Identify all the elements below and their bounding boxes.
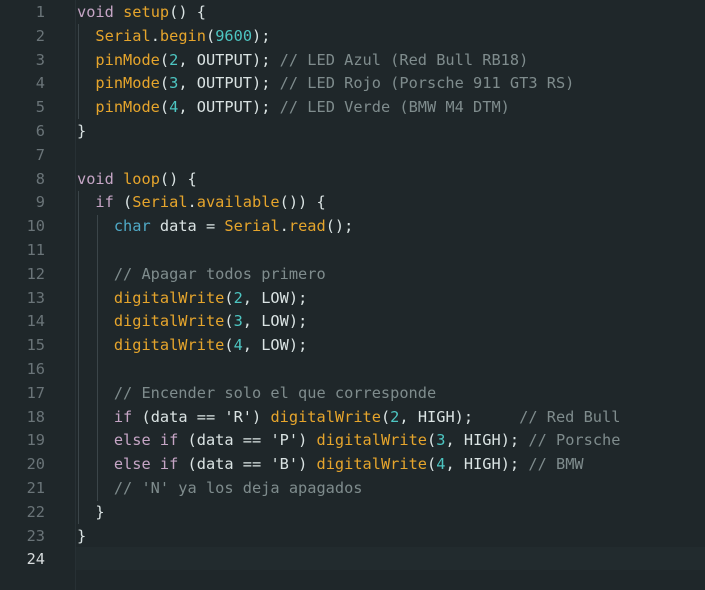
line-number: 13	[26, 288, 45, 307]
line-number: 3	[35, 50, 45, 69]
line-number: 6	[35, 121, 45, 140]
code-line[interactable]: 4 pinMode(3, OUTPUT); // LED Rojo (Porsc…	[0, 72, 705, 96]
code-line[interactable]: 8 void loop() {	[0, 168, 705, 192]
code-line[interactable]: 12 // Apagar todos primero	[0, 263, 705, 287]
code-text[interactable]: // Encender solo el que corresponde	[77, 382, 436, 406]
code-line[interactable]: 18 if (data == 'R') digitalWrite(2, HIGH…	[0, 406, 705, 430]
line-number: 24	[26, 550, 45, 569]
code-text[interactable]: else if (data == 'P') digitalWrite(3, HI…	[77, 429, 621, 453]
code-line[interactable]: 6}	[0, 120, 705, 144]
line-number: 16	[26, 359, 45, 378]
code-text[interactable]: }	[77, 120, 86, 144]
line-number: 7	[35, 145, 45, 164]
code-text[interactable]: }	[77, 501, 104, 525]
code-line[interactable]: 19 else if (data == 'P') digitalWrite(3,…	[0, 429, 705, 453]
line-number: 22	[26, 502, 45, 521]
line-number: 17	[26, 383, 45, 402]
line-number: 4	[35, 74, 45, 93]
code-line[interactable]: 11	[0, 239, 705, 263]
code-text[interactable]: char data = Serial.read();	[77, 215, 354, 239]
code-text[interactable]: pinMode(2, OUTPUT); // LED Azul (Red Bul…	[77, 49, 528, 73]
line-number: 11	[26, 240, 45, 259]
line-number: 14	[26, 312, 45, 331]
line-number: 10	[26, 217, 45, 236]
code-text[interactable]: digitalWrite(4, LOW);	[77, 334, 307, 358]
code-line[interactable]: 20 else if (data == 'B') digitalWrite(4,…	[0, 453, 705, 477]
line-number: 18	[26, 407, 45, 426]
code-text[interactable]: Serial.begin(9600);	[77, 25, 270, 49]
code-text[interactable]: digitalWrite(2, LOW);	[77, 287, 307, 311]
code-line[interactable]: 7	[0, 144, 705, 168]
code-text[interactable]: if (data == 'R') digitalWrite(2, HIGH); …	[77, 406, 621, 430]
line-number: 19	[26, 431, 45, 450]
code-line[interactable]: 3 pinMode(2, OUTPUT); // LED Azul (Red B…	[0, 49, 705, 73]
line-number: 9	[35, 193, 45, 212]
code-line[interactable]: 23}	[0, 525, 705, 549]
code-text[interactable]: // 'N' ya los deja apagados	[77, 477, 363, 501]
code-text[interactable]: if (Serial.available()) {	[77, 191, 325, 215]
code-line[interactable]: 10 char data = Serial.read();	[0, 215, 705, 239]
code-lines[interactable]: 1 void setup() {2 Serial.begin(9600); 3 pi…	[0, 1, 705, 572]
code-line[interactable]: 17 // Encender solo el que corresponde	[0, 382, 705, 406]
code-text[interactable]: digitalWrite(3, LOW);	[77, 310, 307, 334]
code-text[interactable]: }	[77, 525, 86, 549]
code-text[interactable]: pinMode(3, OUTPUT); // LED Rojo (Porsche…	[77, 72, 574, 96]
line-number: 12	[26, 264, 45, 283]
code-line[interactable]: 21 // 'N' ya los deja apagados	[0, 477, 705, 501]
code-editor[interactable]: 1 void setup() {2 Serial.begin(9600); 3 pi…	[0, 0, 705, 590]
line-number: 1	[35, 3, 45, 21]
code-line[interactable]: 2 Serial.begin(9600);	[0, 25, 705, 49]
code-line[interactable]: 22 }	[0, 501, 705, 525]
line-number: 20	[26, 455, 45, 474]
code-line[interactable]: 14 digitalWrite(3, LOW);	[0, 310, 705, 334]
code-line[interactable]: 16	[0, 358, 705, 382]
code-line[interactable]: 24	[0, 548, 705, 572]
line-number: 8	[35, 169, 45, 188]
code-text[interactable]: // Apagar todos primero	[77, 263, 326, 287]
line-number: 5	[35, 98, 45, 117]
code-line[interactable]: 1 void setup() {	[0, 1, 705, 25]
line-number: 15	[26, 336, 45, 355]
code-text[interactable]: void loop() {	[77, 168, 197, 192]
code-text[interactable]: void setup() {	[77, 1, 206, 25]
code-text[interactable]: pinMode(4, OUTPUT); // LED Verde (BMW M4…	[77, 96, 509, 120]
code-line[interactable]: 5 pinMode(4, OUTPUT); // LED Verde (BMW …	[0, 96, 705, 120]
line-number: 21	[26, 478, 45, 497]
code-line[interactable]: 13 digitalWrite(2, LOW);	[0, 287, 705, 311]
line-number: 2	[35, 26, 45, 45]
code-line[interactable]: 15 digitalWrite(4, LOW);	[0, 334, 705, 358]
code-line[interactable]: 9 if (Serial.available()) {	[0, 191, 705, 215]
line-number: 23	[26, 526, 45, 545]
code-text[interactable]: else if (data == 'B') digitalWrite(4, HI…	[77, 453, 584, 477]
